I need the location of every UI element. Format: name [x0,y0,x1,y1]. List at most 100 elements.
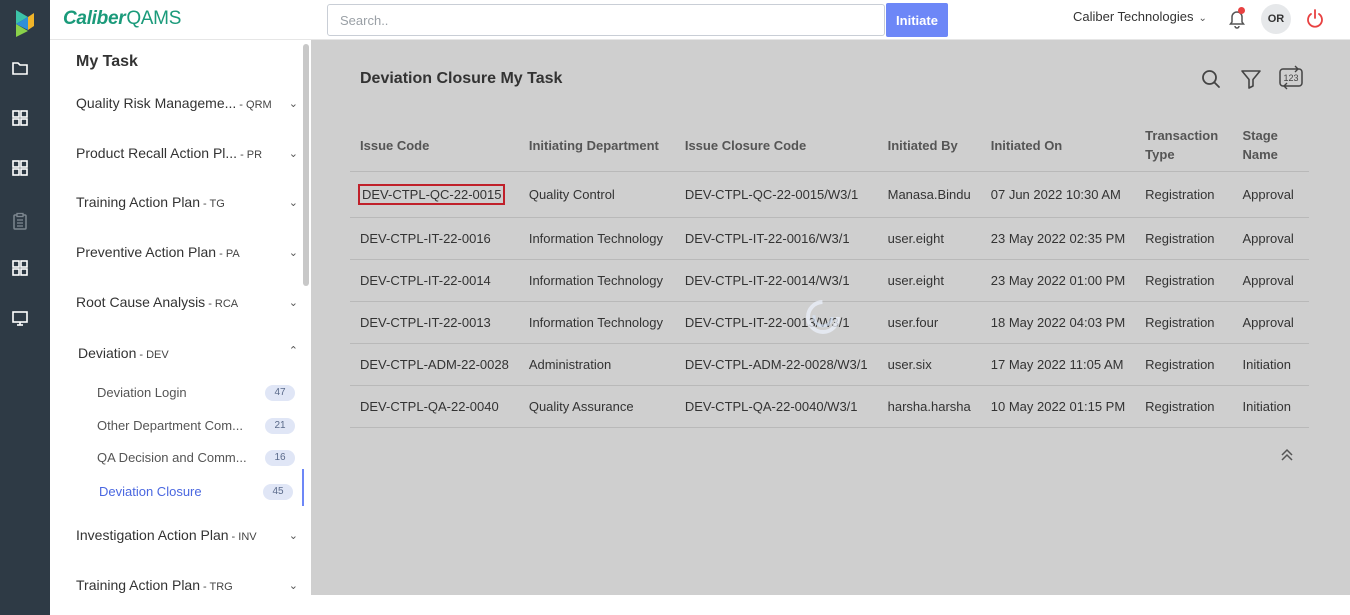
initiate-button[interactable]: Initiate [886,3,948,37]
closure-code-cell: DEV-CTPL-IT-22-0013/W3/1 [674,301,878,344]
closure-code-cell: DEV-CTPL-IT-22-0014/W3/1 [674,259,878,302]
chevron-down-icon: ⌄ [288,297,298,309]
module-abbr: - TRG [203,581,233,593]
module-pa[interactable]: Preventive Action Plan - PA ⌄ [76,244,298,264]
svg-text:123: 123 [1283,73,1298,83]
department-cell: Information Technology [518,259,675,302]
col-issue-code[interactable]: Issue Code [350,120,519,172]
deviation-item-closure[interactable]: Deviation Closure 45 [99,484,297,504]
chevron-down-icon: ⌄ [288,580,298,592]
module-label: Quality Risk Manageme... [76,95,237,111]
search-input[interactable] [327,4,885,36]
closure-code-cell: DEV-CTPL-ADM-22-0028/W3/1 [674,343,878,386]
issue-code-cell[interactable]: DEV-CTPL-QA-22-0040 [350,385,519,428]
sequence-icon[interactable]: 123 [1277,64,1305,92]
module-label: Deviation [78,345,137,361]
transaction-type-cell: Registration [1135,217,1233,260]
top-header: CaliberQAMS Initiate Caliber Technologie… [50,0,1350,40]
col-stage-name[interactable]: Stage Name [1232,120,1309,172]
power-icon[interactable] [1304,8,1326,30]
module-trg[interactable]: Training Action Plan - TRG ⌄ [76,577,298,597]
module-inv[interactable]: Investigation Action Plan - INV ⌄ [76,527,298,547]
company-selector[interactable]: Caliber Technologies ⌄ [1073,9,1207,24]
clipboard-icon[interactable] [11,212,29,230]
table-row[interactable]: DEV-CTPL-ADM-22-0028 Administration DEV-… [350,343,1309,386]
panel-title: My Task [76,53,138,70]
brand-sub: QAMS [126,8,182,29]
deviation-item-qa-decision[interactable]: QA Decision and Comm... 16 [97,450,295,470]
my-task-panel: My Task Quality Risk Manageme... - QRM ⌄ P… [50,40,311,615]
closure-code-cell: DEV-CTPL-IT-22-0016/W3/1 [674,217,878,260]
module-rca[interactable]: Root Cause Analysis - RCA ⌄ [76,294,298,314]
deviation-item-login[interactable]: Deviation Login 47 [97,385,295,405]
chevron-up-icon: ⌃ [288,345,298,357]
table-row[interactable]: DEV-CTPL-IT-22-0016 Information Technolo… [350,217,1309,260]
closure-code-cell: DEV-CTPL-QA-22-0040/W3/1 [674,385,878,428]
stage-name-cell: Approval [1232,217,1309,260]
transaction-type-cell: Registration [1135,259,1233,302]
loading-spinner-icon [806,300,840,334]
app-rail [0,0,50,615]
issue-code-cell[interactable]: DEV-CTPL-IT-22-0016 [350,217,519,260]
deviation-item-other-dept[interactable]: Other Department Com... 21 [97,418,295,438]
issue-code-cell[interactable]: DEV-CTPL-IT-22-0013 [350,301,519,344]
search-icon[interactable] [1200,68,1222,90]
col-initiating-department[interactable]: Initiating Department [518,120,675,172]
initiated-on-cell: 17 May 2022 11:05 AM [980,343,1136,386]
table-row[interactable]: DEV-CTPL-QA-22-0040 Quality Assurance DE… [350,385,1309,428]
panel-scrollbar[interactable] [303,44,309,286]
initiated-by-cell: Manasa.Bindu [877,171,981,218]
issue-code-cell[interactable]: DEV-CTPL-ADM-22-0028 [350,343,519,386]
module-label: Training Action Plan [76,577,200,593]
col-initiated-by[interactable]: Initiated By [877,120,981,172]
chevron-down-icon: ⌄ [288,98,298,110]
chevron-down-icon: ⌄ [288,148,298,160]
filter-icon[interactable] [1240,68,1262,90]
main-content: Deviation Closure My Task 123 Issue Code… [311,40,1350,595]
col-initiated-on[interactable]: Initiated On [980,120,1136,172]
count-badge: 21 [265,418,295,434]
module-qrm[interactable]: Quality Risk Manageme... - QRM ⌄ [76,95,298,115]
scroll-top-icon[interactable] [1277,445,1297,465]
grid-icon[interactable] [11,109,29,127]
department-cell: Information Technology [518,217,675,260]
caliber-logo-icon[interactable] [12,8,38,38]
module-pr[interactable]: Product Recall Action Pl... - PR ⌄ [76,145,298,165]
stage-name-cell: Initiation [1232,385,1309,428]
avatar[interactable]: OR [1261,4,1291,34]
department-cell: Quality Assurance [518,385,675,428]
folder-icon[interactable] [11,59,29,77]
item-label: Deviation Closure [99,484,202,499]
stage-name-cell: Approval [1232,259,1309,302]
module-abbr: - INV [231,531,257,543]
brand-logo[interactable]: CaliberQAMS [63,8,181,30]
chevron-down-icon: ⌄ [1198,13,1207,24]
department-cell: Information Technology [518,301,675,344]
chevron-down-icon: ⌄ [288,247,298,259]
initiated-by-cell: user.six [877,343,981,386]
table-row[interactable]: DEV-CTPL-QC-22-0015 Quality Control DEV-… [350,171,1309,218]
issue-code-cell[interactable]: DEV-CTPL-IT-22-0014 [350,259,519,302]
module-abbr: - TG [203,198,225,210]
issue-code-link-highlighted[interactable]: DEV-CTPL-QC-22-0015 [358,183,506,205]
stage-name-cell: Approval [1232,171,1309,218]
closure-code-cell: DEV-CTPL-QC-22-0015/W3/1 [674,171,878,218]
grid-icon[interactable] [11,259,29,277]
module-tg[interactable]: Training Action Plan - TG ⌄ [76,194,298,214]
department-cell: Quality Control [518,171,675,218]
monitor-icon[interactable] [11,309,29,327]
module-dev[interactable]: Deviation - DEV ⌃ [78,345,300,365]
issue-code-cell[interactable]: DEV-CTPL-QC-22-0015 [350,171,519,218]
chevron-down-icon: ⌄ [288,530,298,542]
item-label: Deviation Login [97,385,187,400]
active-indicator [302,469,304,506]
chevron-down-icon: ⌄ [288,197,298,209]
module-abbr: - RCA [208,298,239,310]
item-label: QA Decision and Comm... [97,450,247,465]
col-transaction-type[interactable]: Transaction Type [1135,120,1233,172]
transaction-type-cell: Registration [1135,171,1233,218]
initiated-by-cell: harsha.harsha [877,385,981,428]
col-issue-closure-code[interactable]: Issue Closure Code [674,120,878,172]
count-badge: 47 [265,385,295,401]
grid-icon[interactable] [11,159,29,177]
